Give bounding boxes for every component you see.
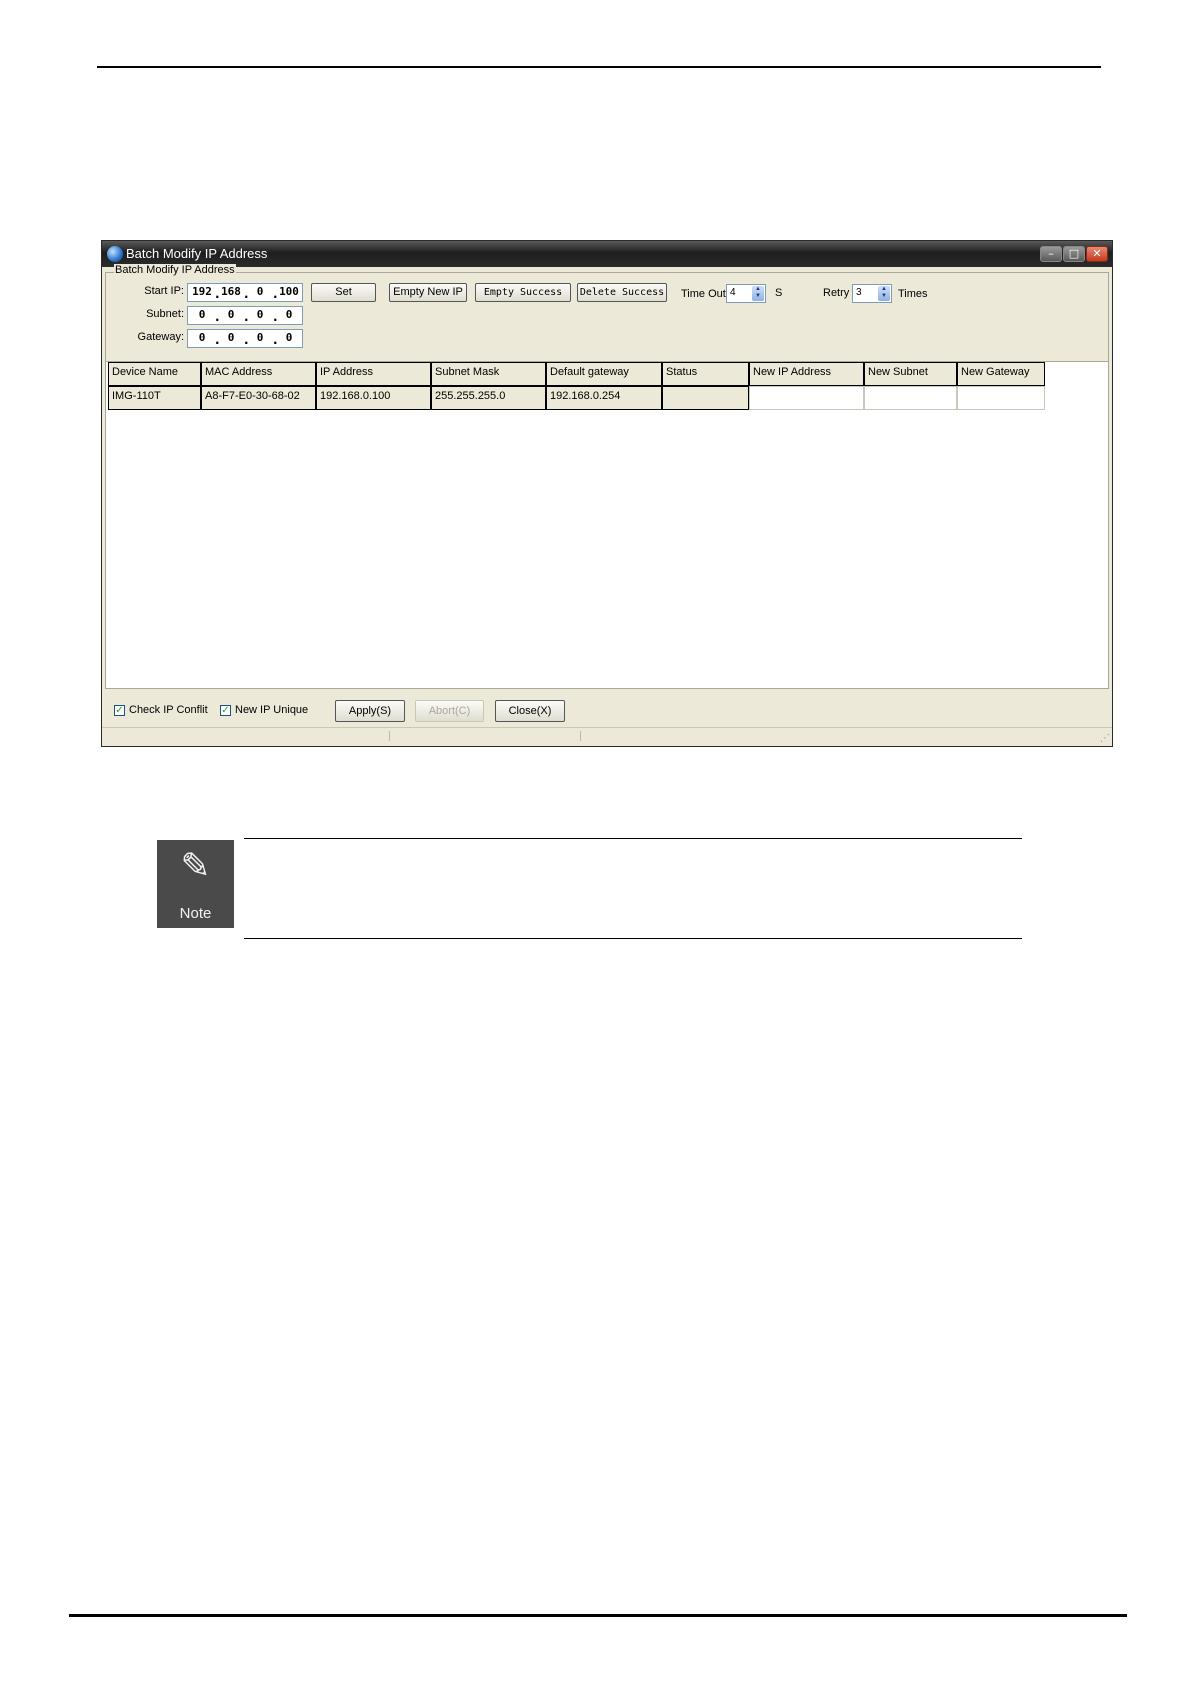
table-cell[interactable]: 192.168.0.100 <box>316 386 431 410</box>
column-header[interactable]: Subnet Mask <box>431 362 546 386</box>
start-ip-octet-3[interactable]: 0 <box>247 285 273 298</box>
subnet-octet-1[interactable]: 0 <box>189 308 215 321</box>
subnet-octet-3[interactable]: 0 <box>247 308 273 321</box>
apply-button[interactable]: Apply(S) <box>335 700 405 722</box>
title-bar[interactable]: Batch Modify IP Address – □ ✕ <box>102 241 1112 267</box>
new-ip-unique-checkbox[interactable]: ✓ <box>220 705 231 716</box>
timeout-unit: S <box>775 287 783 299</box>
start-ip-octet-2[interactable]: 168 <box>218 285 244 298</box>
device-table[interactable]: Device Name MAC Address IP Address Subne… <box>105 361 1109 689</box>
start-ip-label: Start IP: <box>144 285 184 297</box>
new-ip-cell[interactable] <box>749 386 864 410</box>
app-globe-icon <box>107 246 123 262</box>
table-cell[interactable]: 255.255.255.0 <box>431 386 546 410</box>
gateway-field[interactable]: 0 . 0 . 0 . 0 <box>187 329 303 348</box>
subnet-octet-2[interactable]: 0 <box>218 308 244 321</box>
spinner-arrows-icon[interactable]: ▲ ▼ <box>752 286 764 301</box>
gateway-octet-2[interactable]: 0 <box>218 331 244 344</box>
spinner-arrows-icon[interactable]: ▲ ▼ <box>878 286 890 301</box>
abort-button[interactable]: Abort(C) <box>415 700 484 722</box>
empty-success-button[interactable]: Empty Success <box>475 283 571 302</box>
maximize-button[interactable]: □ <box>1063 246 1085 262</box>
column-header[interactable]: MAC Address <box>201 362 316 386</box>
set-button[interactable]: Set <box>311 283 376 302</box>
table-cell[interactable] <box>662 386 749 410</box>
retry-spinner[interactable]: 3 ▲ ▼ <box>852 284 892 303</box>
column-header[interactable]: New Subnet <box>864 362 957 386</box>
gateway-label: Gateway: <box>137 331 184 343</box>
delete-success-button[interactable]: Delete Success <box>577 283 667 302</box>
pencil-paper-icon: ✎ <box>180 846 211 887</box>
start-ip-octet-1[interactable]: 192 <box>189 285 215 298</box>
table-cell[interactable]: A8-F7-E0-30-68-02 <box>201 386 316 410</box>
close-window-button[interactable]: ✕ <box>1086 246 1108 262</box>
subnet-label: Subnet: <box>146 308 184 320</box>
retry-label: Retry <box>823 287 850 299</box>
table-cell[interactable]: IMG-110T <box>108 386 201 410</box>
gateway-octet-3[interactable]: 0 <box>247 331 273 344</box>
window-title: Batch Modify IP Address <box>126 246 268 261</box>
table-cell[interactable]: 192.168.0.254 <box>546 386 662 410</box>
retry-unit: Times <box>898 288 928 300</box>
empty-new-ip-button[interactable]: Empty New IP <box>389 283 467 302</box>
status-divider <box>580 731 581 741</box>
note-bottom-rule <box>244 938 1022 939</box>
column-header[interactable]: New Gateway <box>957 362 1045 386</box>
timeout-label: Time Out <box>681 288 726 300</box>
subnet-field[interactable]: 0 . 0 . 0 . 0 <box>187 306 303 325</box>
column-header[interactable]: Default gateway <box>546 362 662 386</box>
column-header[interactable]: Status <box>662 362 749 386</box>
note-pencil-icon: ✎ Note <box>157 840 234 928</box>
gateway-octet-1[interactable]: 0 <box>189 331 215 344</box>
minimize-button[interactable]: – <box>1040 246 1062 262</box>
page-header-rule <box>97 66 1101 68</box>
status-divider <box>389 731 390 741</box>
resize-grip-icon[interactable]: ⋰ <box>1100 733 1110 744</box>
check-ip-conflict-checkbox[interactable]: ✓ <box>114 705 125 716</box>
timeout-value[interactable]: 4 <box>730 287 736 298</box>
column-header[interactable]: IP Address <box>316 362 431 386</box>
check-ip-conflict-label[interactable]: Check IP Conflit <box>129 704 208 716</box>
page-footer-rule <box>69 1614 1127 1617</box>
retry-value[interactable]: 3 <box>856 287 862 298</box>
gateway-octet-4[interactable]: 0 <box>276 331 302 344</box>
column-header[interactable]: Device Name <box>108 362 201 386</box>
subnet-octet-4[interactable]: 0 <box>276 308 302 321</box>
new-subnet-cell[interactable] <box>864 386 957 410</box>
start-ip-field[interactable]: 192 . 168 . 0 . 100 <box>187 283 303 302</box>
column-header[interactable]: New IP Address <box>749 362 864 386</box>
status-bar: ⋰ <box>102 727 1112 746</box>
timeout-spinner[interactable]: 4 ▲ ▼ <box>726 284 766 303</box>
batch-modify-ip-window: Batch Modify IP Address – □ ✕ Batch Modi… <box>101 240 1113 747</box>
start-ip-octet-4[interactable]: 100 <box>276 285 302 298</box>
note-label: Note <box>179 905 212 922</box>
batch-modify-group: Batch Modify IP Address Start IP: 192 . … <box>105 264 1109 362</box>
close-button[interactable]: Close(X) <box>495 700 565 722</box>
group-title: Batch Modify IP Address <box>114 264 236 276</box>
new-ip-unique-label[interactable]: New IP Unique <box>235 704 308 716</box>
new-gateway-cell[interactable] <box>957 386 1045 410</box>
note-top-rule <box>244 838 1022 839</box>
